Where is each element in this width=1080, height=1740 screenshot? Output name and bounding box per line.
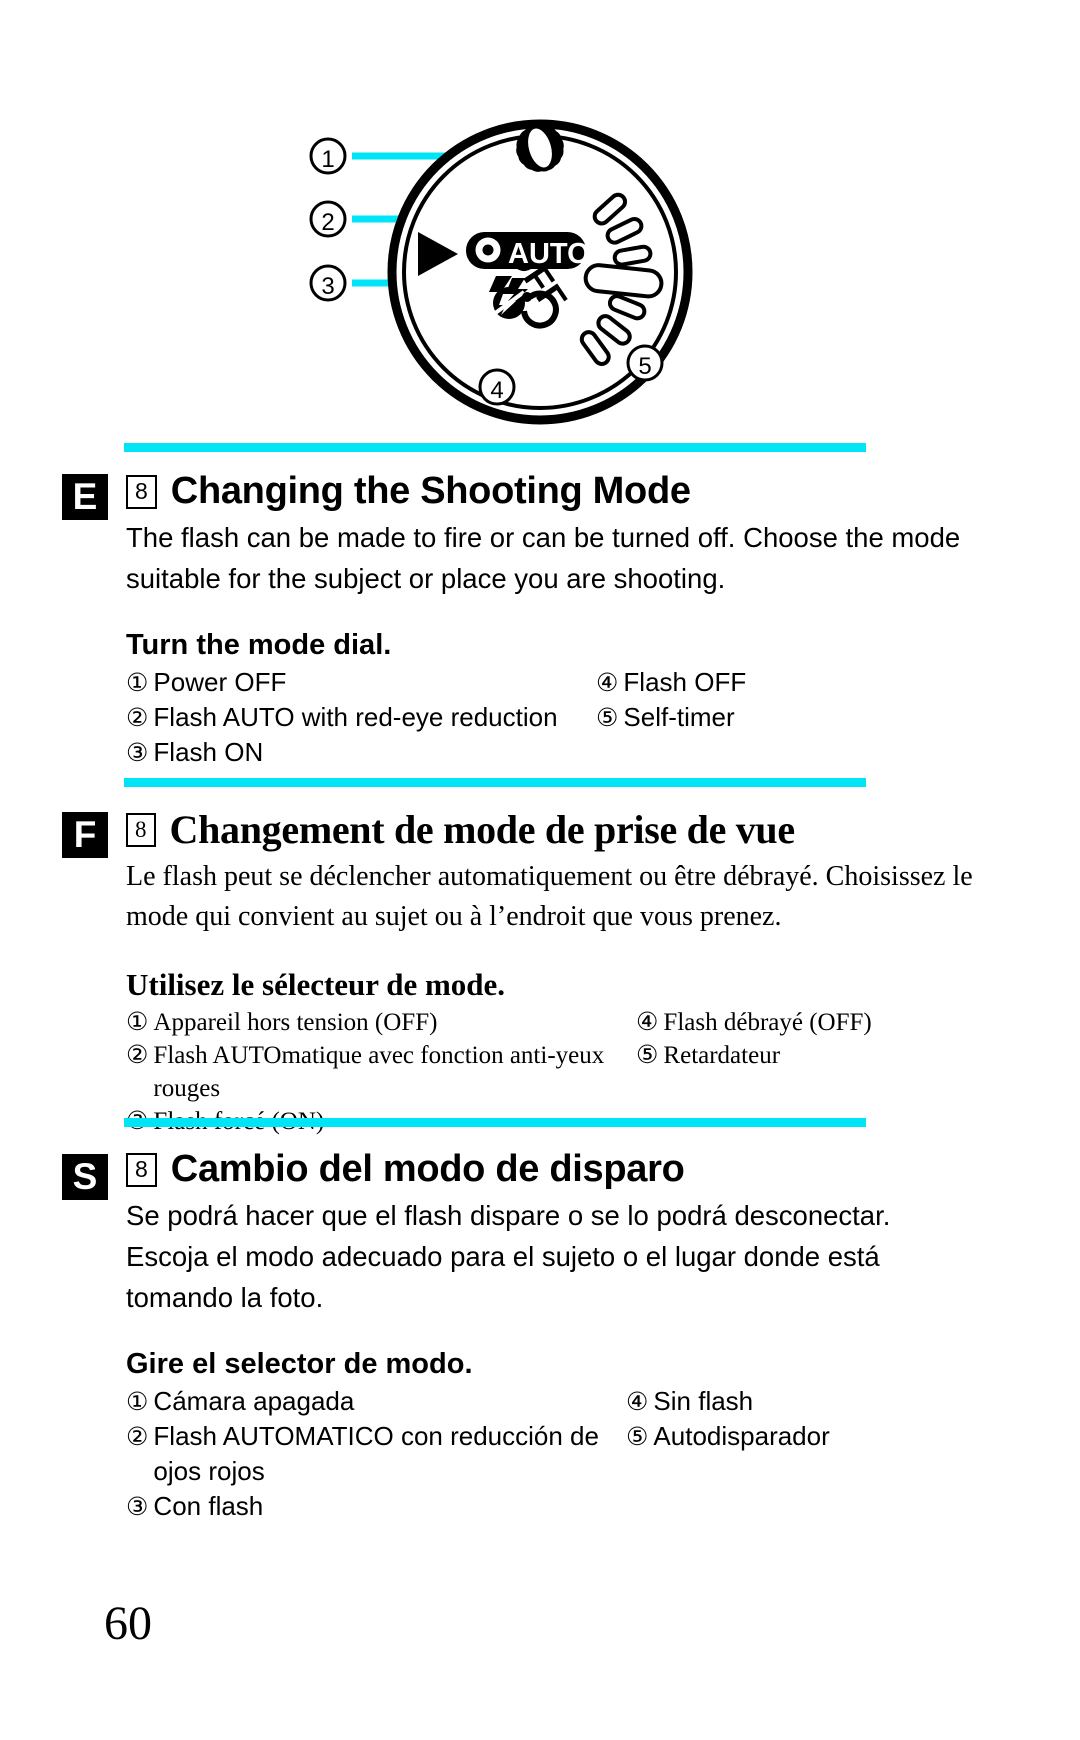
subheading-spanish: Gire el selector de modo. <box>126 1348 473 1380</box>
options-grid-spanish: ① Cámara apagada ④ Sin flash ② Flash AUT… <box>126 1384 1026 1524</box>
mode-dial-illustration: OFF AUTO 1 2 3 4 5 <box>309 119 693 425</box>
language-badge-english: E <box>62 474 108 520</box>
options-grid-english: ① Power OFF ④ Flash OFF ② Flash AUTO wit… <box>126 665 1026 770</box>
option-label: Retardateur <box>663 1042 781 1069</box>
subheading-french: Utilisez le sélecteur de mode. <box>126 967 506 1002</box>
option-label: Flash débrayé (OFF) <box>663 1009 872 1036</box>
option-label: Flash ON <box>153 737 264 767</box>
divider-rule-english <box>124 443 866 452</box>
section-title-spanish: Cambio del modo de disparo <box>170 1148 685 1190</box>
dial-auto-badge: AUTO <box>466 232 590 270</box>
option-label: Self-timer <box>623 702 735 732</box>
option-item: ⑤ Autodisparador <box>626 1419 830 1489</box>
subheading-english: Turn the mode dial. <box>126 629 392 661</box>
option-item: ④ Flash OFF <box>596 665 746 700</box>
option-label: Power OFF <box>153 667 287 697</box>
section-title-english: Changing the Shooting Mode <box>170 470 691 512</box>
step-number-french: 8 <box>126 812 156 847</box>
option-number: ② <box>126 1042 149 1069</box>
option-number: ② <box>126 704 149 732</box>
option-label: Autodisparador <box>653 1421 830 1451</box>
step-number-spanish: 8 <box>126 1152 157 1187</box>
option-item: ① Cámara apagada <box>126 1384 626 1419</box>
option-number: ③ <box>126 739 149 767</box>
option-number: ⑤ <box>626 1423 649 1451</box>
option-number: ① <box>126 1388 149 1416</box>
dial-flash-off-icon <box>492 287 526 319</box>
divider-rule-french <box>124 778 866 787</box>
option-label: Flash AUTO with red-eye reduction <box>153 702 558 732</box>
callout-1: 1 <box>321 146 334 173</box>
option-number: ② <box>126 1423 149 1451</box>
section-body-french: Le flash peut se déclencher automatiquem… <box>126 861 973 932</box>
callout-3: 3 <box>321 273 334 300</box>
option-item: ① Power OFF <box>126 665 596 700</box>
option-item: ② Flash AUTOMATICO con reducción de ojos… <box>126 1419 626 1489</box>
callout-5: 5 <box>638 353 651 380</box>
option-number: ⑤ <box>636 1042 659 1069</box>
option-item: ② Flash AUTO with red-eye reduction <box>126 700 596 735</box>
option-item: ④ Sin flash <box>626 1384 753 1419</box>
option-label: Flash AUTOmatique avec fonction anti-yeu… <box>153 1042 605 1102</box>
option-label: Appareil hors tension (OFF) <box>153 1009 438 1036</box>
language-badge-french: F <box>62 812 108 858</box>
option-number: ④ <box>636 1009 659 1036</box>
option-number: ⑤ <box>596 704 619 732</box>
heading-row-english: 8 Changing the Shooting Mode <box>126 470 1026 513</box>
option-label: Flash AUTOMATICO con reducción de ojos r… <box>153 1421 599 1486</box>
page-number: 60 <box>104 1597 152 1650</box>
option-item: ② Flash AUTOmatique avec fonction anti-y… <box>126 1039 636 1105</box>
dial-auto-label: AUTO <box>508 238 590 270</box>
mode-dial-figure: OFF AUTO 1 2 3 4 5 <box>0 0 1080 430</box>
language-badge-spanish: S <box>62 1154 108 1200</box>
option-label: Flash OFF <box>623 667 747 697</box>
option-number: ① <box>126 669 149 697</box>
callout-2: 2 <box>321 209 334 236</box>
section-body-spanish: Se podrá hacer que el flash dispare o se… <box>126 1200 891 1313</box>
option-number: ④ <box>626 1388 649 1416</box>
option-number: ④ <box>596 669 619 697</box>
option-item: ① Appareil hors tension (OFF) <box>126 1006 636 1039</box>
option-item: ③ Flash ON <box>126 735 596 770</box>
section-body-english: The flash can be made to fire or can be … <box>126 522 961 594</box>
option-item: ⑤ Retardateur <box>636 1039 780 1105</box>
option-label: Cámara apagada <box>153 1386 355 1416</box>
callout-4: 4 <box>490 377 503 404</box>
heading-row-french: 8 Changement de mode de prise de vue <box>126 806 1026 853</box>
option-item: ④ Flash débrayé (OFF) <box>636 1006 872 1039</box>
heading-row-spanish: 8 Cambio del modo de disparo <box>126 1148 1026 1191</box>
option-label: Con flash <box>153 1491 264 1521</box>
option-label: Sin flash <box>653 1386 754 1416</box>
option-item: ③ Con flash <box>126 1489 626 1524</box>
option-item: ⑤ Self-timer <box>596 700 735 735</box>
option-number: ① <box>126 1009 149 1036</box>
divider-rule-spanish <box>124 1118 866 1127</box>
section-title-french: Changement de mode de prise de vue <box>169 807 796 852</box>
option-number: ③ <box>126 1493 149 1521</box>
step-number-english: 8 <box>126 474 157 509</box>
